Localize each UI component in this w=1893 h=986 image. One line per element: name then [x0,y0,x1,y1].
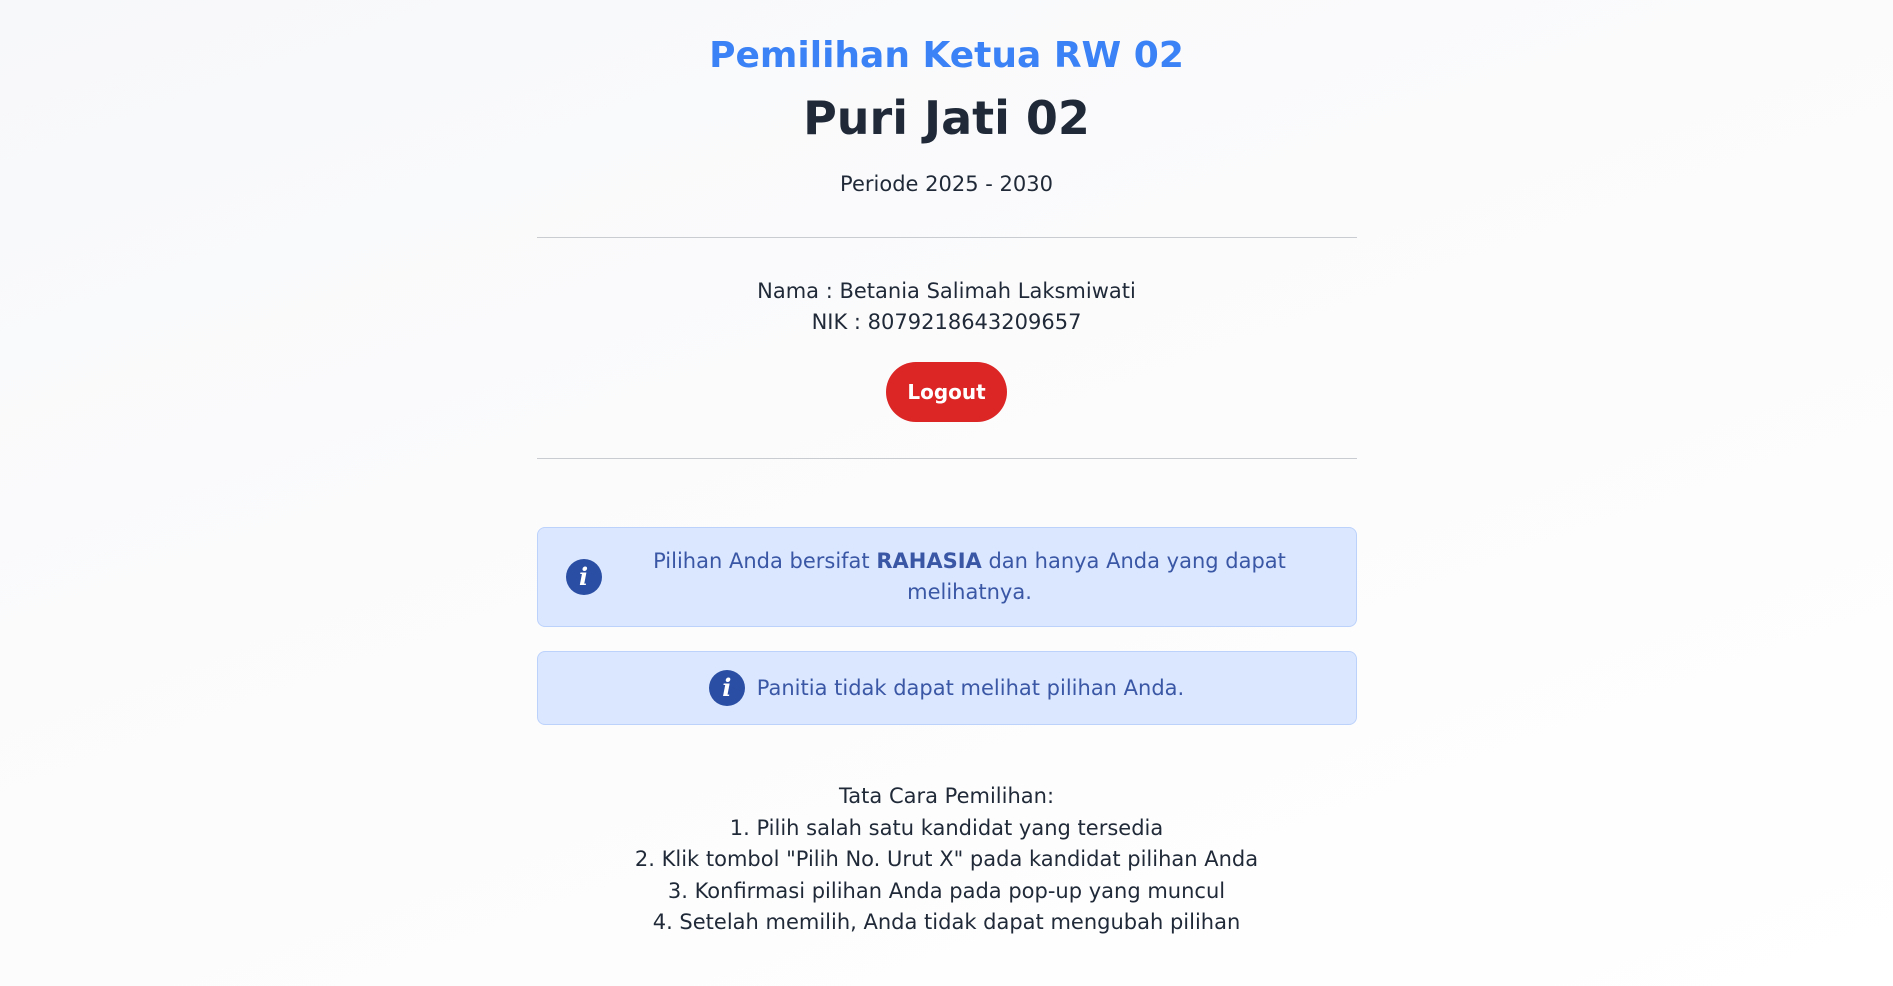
committee-info-alert: i Panitia tidak dapat melihat pilihan An… [536,651,1357,725]
voting-instructions: Tata Cara Pemilihan: 1. Pilih salah satu… [537,781,1357,939]
secret-info-emphasis: RAHASIA [876,549,982,573]
secret-info-prefix: Pilihan Anda bersifat [653,549,877,573]
secret-info-alert: i Pilihan Anda bersifat RAHASIA dan hany… [536,527,1357,627]
info-icon: i [708,670,745,706]
user-nik: NIK : 8079218643209657 [811,310,1082,334]
logout-button[interactable]: Logout [886,362,1007,422]
instructions-heading: Tata Cara Pemilihan: [838,784,1055,808]
page-title: Puri Jati 02 [803,91,1090,145]
committee-info-message: Panitia tidak dapat melihat pilihan Anda… [756,675,1185,700]
main-container: Pemilihan Ketua RW 02 Puri Jati 02 Perio… [536,0,1357,939]
secret-info-message: Pilihan Anda bersifat RAHASIA dan hanya … [602,546,1328,608]
period-text: Periode 2025 - 2030 [840,172,1053,196]
divider-bottom [536,458,1357,459]
user-info: Nama : Betania Salimah Laksmiwati NIK : … [537,276,1357,338]
election-subtitle: Pemilihan Ketua RW 02 [709,35,1184,76]
user-name: Nama : Betania Salimah Laksmiwati [757,279,1136,303]
info-icon: i [565,559,602,595]
instruction-step: 1. Pilih salah satu kandidat yang tersed… [729,815,1164,840]
instruction-step: 4. Setelah memilih, Anda tidak dapat men… [652,910,1241,934]
instruction-step: 2. Klik tombol "Pilih No. Urut X" pada k… [634,847,1259,871]
instruction-step: 3. Konfirmasi pilihan Anda pada pop-up y… [667,878,1226,903]
divider-top [536,237,1357,238]
